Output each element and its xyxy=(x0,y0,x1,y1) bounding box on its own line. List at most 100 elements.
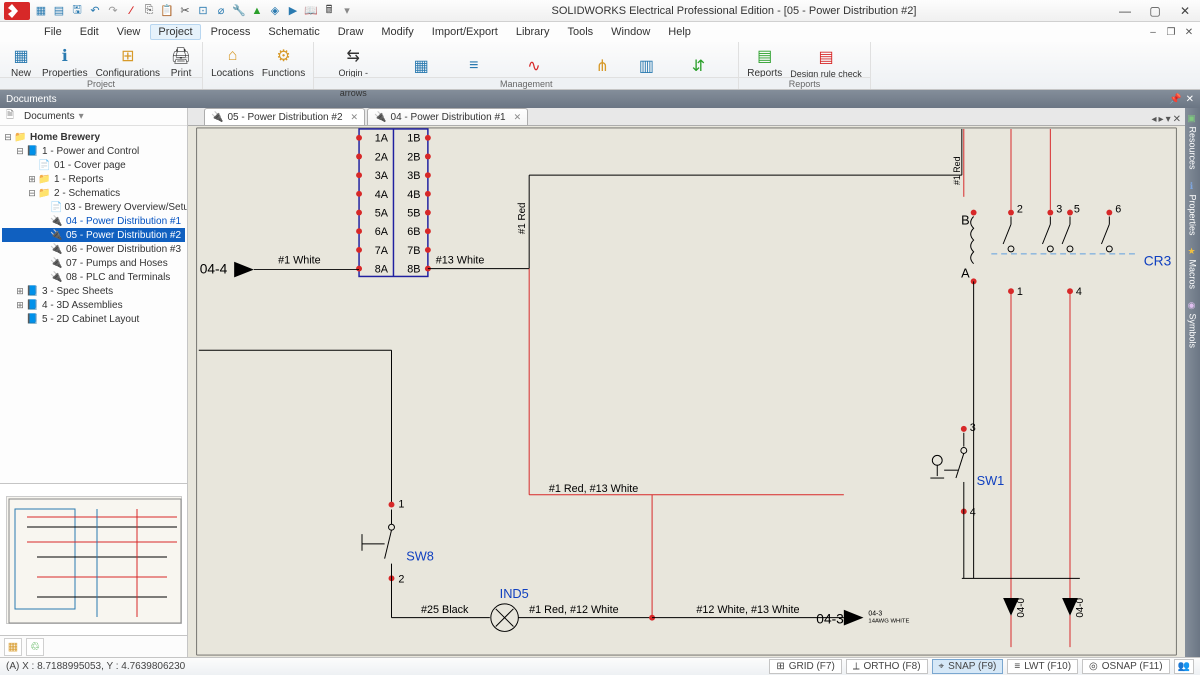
tree-n2[interactable]: ⊞📘3 - Spec Sheets xyxy=(2,284,185,298)
tree-n1c1[interactable]: 📄03 - Brewery Overview/Setup xyxy=(2,200,185,214)
tree-n1[interactable]: ⊟📘1 - Power and Control xyxy=(2,144,185,158)
ribbon-terminal[interactable]: ▦Terminal strips xyxy=(388,43,454,100)
tree-n4[interactable]: 📘5 - 2D Cabinet Layout xyxy=(2,312,185,326)
ribbon-plcs[interactable]: ▥PLCs xyxy=(630,43,662,100)
tree-n1a[interactable]: 📄01 - Cover page xyxy=(2,158,185,172)
status-user[interactable]: 👥 xyxy=(1174,659,1194,674)
tree[interactable]: ⊟📁Home Brewery ⊟📘1 - Power and Control 📄… xyxy=(0,126,187,483)
statusbar: (A) X : 8.7188995053, Y : 4.7639806230 ⊞… xyxy=(0,657,1200,675)
ribbon-io[interactable]: ⇵Inputs / Outputs xyxy=(663,43,735,100)
qat-zoom-icon[interactable]: ⊡ xyxy=(196,4,210,18)
mdi-close-icon[interactable]: ✕ xyxy=(1182,25,1196,39)
qat-addin-icon[interactable]: ∕ xyxy=(124,4,138,18)
svg-text:8B: 8B xyxy=(407,264,420,276)
group-label-project: Project xyxy=(0,77,202,89)
status-grid[interactable]: ⊞GRID (F7) xyxy=(769,659,842,674)
tab-nav-left-icon[interactable]: ◂ xyxy=(1152,114,1157,125)
tree-n1c4[interactable]: 🔌06 - Power Distribution #3 xyxy=(2,242,185,256)
mdi-restore-icon[interactable]: ❐ xyxy=(1164,25,1178,39)
svg-text:3: 3 xyxy=(1056,204,1062,216)
menu-process[interactable]: Process xyxy=(203,24,259,40)
ribbon-harnesses[interactable]: ⋔Harnesses xyxy=(574,43,630,100)
qat-wrench-icon[interactable]: 🔧 xyxy=(232,4,246,18)
tab-nav-right-icon[interactable]: ▸ xyxy=(1159,114,1164,125)
menu-window[interactable]: Window xyxy=(603,24,658,40)
menu-edit[interactable]: Edit xyxy=(72,24,107,40)
panel-close-icon[interactable]: ✕ xyxy=(1186,94,1194,105)
tool-b-icon[interactable]: ♲ xyxy=(26,638,44,656)
tree-n1c2[interactable]: 🔌04 - Power Distribution #1 xyxy=(2,214,185,228)
caption-dropdown-icon[interactable]: ▾ xyxy=(79,111,84,122)
side-macros[interactable]: ★ Macros xyxy=(1186,241,1200,295)
tree-n1c3[interactable]: 🔌05 - Power Distribution #2 xyxy=(2,228,185,242)
ribbon-wirecabling[interactable]: ∿Wire cabling order xyxy=(493,43,574,100)
qat-up-icon[interactable]: ▲ xyxy=(250,4,264,18)
status-ortho[interactable]: ⟂ORTHO (F8) xyxy=(846,659,928,674)
qat-paste-icon[interactable]: 📋 xyxy=(160,4,174,18)
tab-05[interactable]: 🔌05 - Power Distribution #2✕ xyxy=(204,108,365,125)
ribbon-cables[interactable]: ≡Cables xyxy=(454,43,493,100)
ribbon-new[interactable]: ▦New xyxy=(4,43,38,81)
functions-icon: ⚙ xyxy=(273,45,295,67)
ribbon-print[interactable]: 🖨Print xyxy=(164,43,198,81)
side-symbols[interactable]: ◉ Symbols xyxy=(1186,295,1200,354)
menu-library[interactable]: Library xyxy=(508,24,558,40)
qat-redo-icon[interactable]: ↷ xyxy=(106,4,120,18)
svg-text:7B: 7B xyxy=(407,245,420,257)
status-osnap[interactable]: ◎OSNAP (F11) xyxy=(1082,659,1170,674)
ribbon-reports[interactable]: ▤Reports xyxy=(743,43,786,81)
ribbon-locations[interactable]: ⌂Locations xyxy=(207,43,258,81)
menu-importexport[interactable]: Import/Export xyxy=(424,24,506,40)
ribbon-drc[interactable]: ▤Design rule check xyxy=(786,43,866,81)
sidebar: 🗎 Documents ▾ ⊟📁Home Brewery ⊟📘1 - Power… xyxy=(0,108,188,657)
menu-modify[interactable]: Modify xyxy=(373,24,421,40)
qat-diamond-icon[interactable]: ◈ xyxy=(268,4,282,18)
qat-book-icon[interactable]: 📖 xyxy=(304,4,318,18)
tab-nav-menu-icon[interactable]: ▾ xyxy=(1166,114,1171,125)
menu-draw[interactable]: Draw xyxy=(330,24,372,40)
ribbon-functions[interactable]: ⚙Functions xyxy=(258,43,309,81)
qat-right-icon[interactable]: ▶ xyxy=(286,4,300,18)
qat-measure-icon[interactable]: ⌀ xyxy=(214,4,228,18)
status-lwt[interactable]: ≡LWT (F10) xyxy=(1007,659,1078,674)
tab-nav-close-icon[interactable]: ✕ xyxy=(1173,114,1181,125)
tab-close-icon[interactable]: ✕ xyxy=(351,112,359,123)
drawing-canvas[interactable]: 1A1B 2A2B 3A3B 4A4B 5A5B 6A6B 7A7B 8A8B xyxy=(188,126,1185,657)
tab-close-icon[interactable]: ✕ xyxy=(514,112,522,123)
pin-icon[interactable]: 📌 xyxy=(1169,94,1181,105)
tool-a-icon[interactable]: ▦ xyxy=(4,638,22,656)
qat-dropdown-icon[interactable]: ▾ xyxy=(340,4,354,18)
qat-open-icon[interactable]: ▤ xyxy=(52,4,66,18)
ribbon-configurations[interactable]: ⊞Configurations xyxy=(92,43,164,81)
qat-save-icon[interactable]: 🖫 xyxy=(70,4,84,18)
menu-view[interactable]: View xyxy=(109,24,149,40)
mdi-min-icon[interactable]: – xyxy=(1146,25,1160,39)
qat-calc-icon[interactable]: 🖩 xyxy=(322,4,336,18)
side-properties[interactable]: ℹ Properties xyxy=(1186,176,1200,242)
tree-root[interactable]: ⊟📁Home Brewery xyxy=(2,130,185,144)
tree-n1c5[interactable]: 🔌07 - Pumps and Hoses xyxy=(2,256,185,270)
menu-help[interactable]: Help xyxy=(660,24,699,40)
svg-text:3: 3 xyxy=(970,422,976,434)
tree-n3[interactable]: ⊞📘4 - 3D Assemblies xyxy=(2,298,185,312)
menu-schematic[interactable]: Schematic xyxy=(260,24,327,40)
ribbon-origin[interactable]: ⇆Origin - destination arrows xyxy=(318,43,388,100)
tree-n1c6[interactable]: 🔌08 - PLC and Terminals xyxy=(2,270,185,284)
tab-04[interactable]: 🔌04 - Power Distribution #1✕ xyxy=(367,108,528,125)
close-button[interactable]: ✕ xyxy=(1174,3,1196,19)
qat-cut-icon[interactable]: ✂ xyxy=(178,4,192,18)
qat-copy-icon[interactable]: ⎘ xyxy=(142,4,156,18)
tree-n1c[interactable]: ⊟📁2 - Schematics xyxy=(2,186,185,200)
menu-project[interactable]: Project xyxy=(150,24,200,40)
maximize-button[interactable]: ▢ xyxy=(1144,3,1166,19)
tree-n1b[interactable]: ⊞📁1 - Reports xyxy=(2,172,185,186)
side-resources[interactable]: ▣ Resources xyxy=(1186,108,1200,176)
status-snap[interactable]: ⌖SNAP (F9) xyxy=(932,659,1004,674)
qat-new-icon[interactable]: ▦ xyxy=(34,4,48,18)
minimize-button[interactable]: — xyxy=(1114,3,1136,19)
ribbon-properties[interactable]: ℹProperties xyxy=(38,43,92,81)
menu-tools[interactable]: Tools xyxy=(559,24,601,40)
new-icon: ▦ xyxy=(10,45,32,67)
menu-file[interactable]: File xyxy=(36,24,70,40)
qat-undo-icon[interactable]: ↶ xyxy=(88,4,102,18)
